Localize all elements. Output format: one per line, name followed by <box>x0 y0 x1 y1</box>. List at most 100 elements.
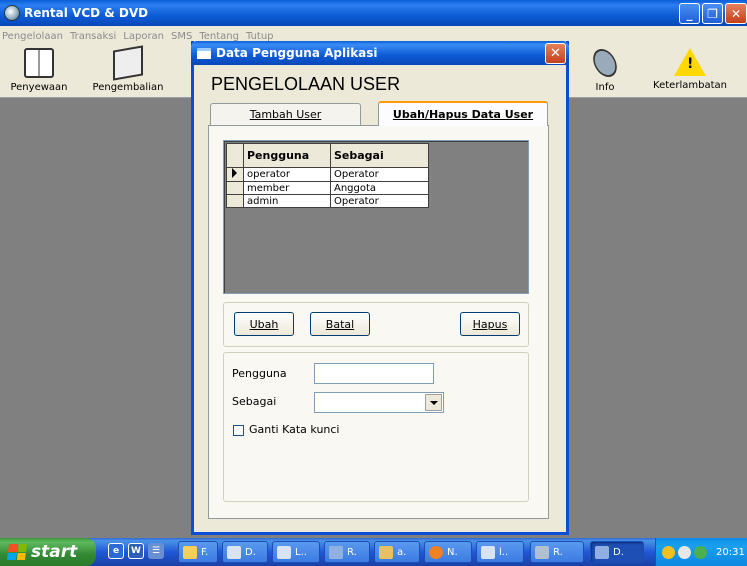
keterlambatan-button[interactable]: ! Keterlambatan <box>650 48 730 91</box>
program-icon <box>595 545 609 559</box>
keterlambatan-label: Keterlambatan <box>653 80 727 91</box>
row-selector[interactable] <box>226 181 244 195</box>
tab-panel: Pengguna Sebagai operator Operator membe… <box>208 125 549 519</box>
hapus-button[interactable]: Hapus <box>460 312 520 336</box>
windows-logo-icon <box>6 544 28 560</box>
close-button[interactable]: ✕ <box>725 3 747 24</box>
taskbar-item-word-d[interactable]: D. <box>222 541 268 563</box>
batal-button[interactable]: Batal <box>310 312 370 336</box>
cell-sebagai[interactable]: Operator <box>330 194 429 208</box>
cell-pengguna[interactable]: operator <box>243 167 331 182</box>
volume-icon[interactable] <box>694 545 707 559</box>
taskbar: start e W ☰ F. D. L.. R. a. N. l.. R. D.… <box>0 538 747 566</box>
cell-pengguna[interactable]: admin <box>243 194 331 208</box>
taskbar-item-a[interactable]: a. <box>374 541 420 563</box>
batal-label: Batal <box>325 317 355 331</box>
clock[interactable]: 20:31 <box>716 547 745 558</box>
penyewaan-button[interactable]: Penyewaan <box>10 48 68 93</box>
page-title: PENGELOLAAN USER <box>211 74 401 94</box>
table-row[interactable]: operator Operator <box>226 167 429 182</box>
security-icon[interactable] <box>662 545 675 559</box>
taskbar-item-folder[interactable]: F. <box>178 541 218 563</box>
tab-tambah-label: Tambah User <box>249 108 322 121</box>
start-button[interactable]: start <box>0 538 96 566</box>
ubah-button[interactable]: Ubah <box>234 312 294 336</box>
table-row[interactable]: member Anggota <box>226 181 429 195</box>
ganti-kata-kunci-label: Ganti Kata kunci <box>249 423 340 436</box>
menu-laporan[interactable]: Laporan <box>123 31 164 42</box>
user-grid[interactable]: Pengguna Sebagai operator Operator membe… <box>223 140 529 294</box>
dialog-title-bar: Data Pengguna Aplikasi ✕ <box>191 41 569 65</box>
app-icon <box>535 545 549 559</box>
ganti-kata-kunci-checkbox[interactable] <box>233 425 244 436</box>
app-icon <box>4 5 20 21</box>
taskbar-item-word-l[interactable]: L.. <box>272 541 320 563</box>
info-label: Info <box>595 82 615 93</box>
menu-sms[interactable]: SMS <box>171 31 192 42</box>
hapus-label: Hapus <box>472 317 508 331</box>
taskbar-item-word-l2[interactable]: l.. <box>476 541 524 563</box>
start-label: start <box>31 542 78 562</box>
pengembalian-button[interactable]: Pengembalian <box>80 45 176 93</box>
row-selector[interactable] <box>226 167 244 182</box>
penyewaan-label: Penyewaan <box>10 82 68 93</box>
folder-icon <box>183 545 197 559</box>
menu-tentang[interactable]: Tentang <box>199 31 239 42</box>
dropdown-button[interactable] <box>425 394 442 411</box>
main-title-bar: Rental VCD & DVD _ ❐ ✕ <box>0 0 747 26</box>
sebagai-select[interactable] <box>314 392 444 413</box>
pengembalian-label: Pengembalian <box>92 82 164 93</box>
tab-ubah-label: Ubah/Hapus Data User <box>392 108 534 121</box>
window-icon <box>197 47 211 59</box>
user-dialog: Data Pengguna Aplikasi ✕ PENGELOLAAN USE… <box>191 41 569 535</box>
tab-tambah-user[interactable]: Tambah User <box>210 103 361 125</box>
menu-tutup[interactable]: Tutup <box>246 31 274 42</box>
row-selector-header <box>226 143 244 168</box>
dialog-title: Data Pengguna Aplikasi <box>216 46 378 60</box>
cell-pengguna[interactable]: member <box>243 181 331 195</box>
document-icon <box>481 545 495 559</box>
sebagai-label: Sebagai <box>232 395 277 408</box>
edit-form: Pengguna Sebagai Ganti Kata kunci <box>223 352 529 502</box>
chevron-down-icon <box>429 400 438 405</box>
table-header-row: Pengguna Sebagai <box>226 143 429 168</box>
info-button[interactable]: Info <box>585 44 625 93</box>
app-icon-quicklaunch[interactable]: ☰ <box>148 543 164 559</box>
word-icon[interactable]: W <box>128 543 144 559</box>
cell-sebagai[interactable]: Anggota <box>330 181 429 195</box>
cell-sebagai[interactable]: Operator <box>330 167 429 182</box>
info-icon <box>588 44 622 82</box>
taskbar-item-n[interactable]: N. <box>424 541 472 563</box>
column-header-pengguna[interactable]: Pengguna <box>243 143 331 168</box>
main-window-title: Rental VCD & DVD <box>24 6 149 20</box>
search-icon <box>429 545 443 559</box>
taskbar-item-r[interactable]: R. <box>324 541 370 563</box>
warning-icon: ! <box>674 48 706 76</box>
ubah-label: Ubah <box>249 317 279 331</box>
maximize-button[interactable]: ❐ <box>702 3 723 24</box>
menu-pengelolaan[interactable]: Pengelolaan <box>2 31 63 42</box>
program-icon <box>329 545 343 559</box>
network-icon[interactable] <box>678 545 691 559</box>
row-selector[interactable] <box>226 194 244 208</box>
current-row-pointer-icon <box>232 168 237 178</box>
pengguna-input[interactable] <box>314 363 434 384</box>
paint-icon <box>379 545 393 559</box>
document-icon <box>277 545 291 559</box>
minimize-button[interactable]: _ <box>679 3 700 24</box>
pengguna-label: Pengguna <box>232 367 287 380</box>
tab-ubah-hapus[interactable]: Ubah/Hapus Data User <box>378 101 548 126</box>
table-row[interactable]: admin Operator <box>226 194 429 208</box>
dialog-close-button[interactable]: ✕ <box>545 43 566 64</box>
taskbar-item-rental[interactable]: R. <box>530 541 584 563</box>
menu-transaksi[interactable]: Transaksi <box>70 31 116 42</box>
user-table: Pengguna Sebagai operator Operator membe… <box>226 143 429 208</box>
taskbar-item-dialog[interactable]: D. <box>590 541 644 563</box>
browser-icon[interactable]: e <box>108 543 124 559</box>
return-icon <box>113 45 143 81</box>
book-icon <box>24 48 54 78</box>
action-button-group: Ubah Batal Hapus <box>223 302 529 347</box>
column-header-sebagai[interactable]: Sebagai <box>330 143 429 168</box>
document-icon <box>227 545 241 559</box>
system-tray: 20:31 <box>655 538 747 566</box>
